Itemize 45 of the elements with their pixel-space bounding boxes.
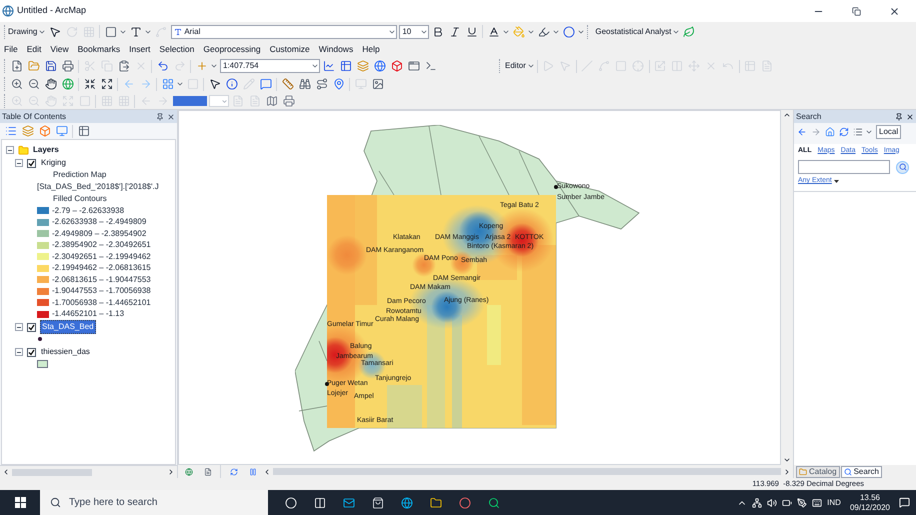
data-frame-name[interactable]: Layers (33, 144, 59, 156)
dock-tab[interactable]: Catalog (796, 466, 840, 478)
legend-label: -2.06813615 – -1.90447553 (52, 274, 151, 286)
dock-tab[interactable]: Search (840, 466, 882, 478)
legend-label: -2.38954902 – -2.30492651 (52, 239, 151, 252)
legend-heading: Filled Contours (52, 193, 108, 205)
legend-label: -2.30492651 – -2.19949462 (52, 250, 151, 263)
menu-item[interactable]: Insert (129, 42, 150, 56)
layer-name[interactable]: thiessien_das (40, 346, 91, 358)
legend-label: -2.4949809 – -2.38954902 (52, 228, 146, 240)
taskbar-search-field[interactable]: Type here to search (40, 490, 268, 515)
scale-dropdown[interactable]: 1:407.754 (220, 59, 320, 73)
legend-heading: [Sta_DAS_Bed_'2018$'].['2018$'.J (37, 181, 160, 193)
panel-title: Search (796, 110, 822, 122)
menu-item[interactable]: File (4, 42, 18, 56)
layer-name[interactable]: Kriging (40, 157, 67, 169)
menu-item[interactable]: Help (362, 42, 380, 56)
panel-title: Table Of Contents (2, 110, 66, 122)
menu-item[interactable]: Windows (318, 42, 354, 56)
menu-item[interactable]: Customize (270, 42, 310, 56)
menu-item[interactable]: Selection (159, 42, 194, 56)
taskbar-search-input[interactable]: Type here to search (69, 495, 239, 510)
menu-item[interactable]: View (50, 42, 69, 56)
legend-label: -1.70056938 – -1.44652101 (52, 296, 151, 309)
scope-dropdown[interactable]: Local (876, 125, 902, 139)
geostatistical-analyst-menu[interactable]: Geostatistical Analyst (595, 26, 680, 38)
legend-label: -1.44652101 – -1.13 (52, 308, 124, 320)
drawing-menu[interactable]: Drawing (8, 26, 46, 38)
layer-name[interactable]: Sta_DAS_Bed (40, 320, 96, 334)
legend-label: -2.79 – -2.62633938 (52, 204, 124, 217)
window-title: Untitled - ArcMap (17, 4, 88, 18)
legend-label: -2.19949462 – -2.06813615 (52, 262, 151, 274)
menu-item[interactable]: Geoprocessing (203, 42, 261, 56)
editor-menu[interactable]: Editor (505, 60, 535, 72)
input-language[interactable]: IND (827, 496, 841, 508)
clock[interactable]: 13.56 09/12/2020 (850, 492, 890, 512)
clock-date: 09/12/2020 (850, 502, 890, 512)
legend-label: -2.62633938 – -2.4949809 (52, 216, 146, 228)
legend-heading: Prediction Map (52, 169, 108, 181)
menu-item[interactable]: Edit (26, 42, 42, 56)
legend-label: -1.90447553 – -1.70056938 (52, 285, 151, 298)
clock-time: 13.56 (860, 492, 880, 502)
font-dropdown[interactable]: Arial (171, 24, 398, 38)
font-size-dropdown[interactable]: 10 (399, 24, 430, 38)
menu-item[interactable]: Bookmarks (78, 42, 120, 56)
